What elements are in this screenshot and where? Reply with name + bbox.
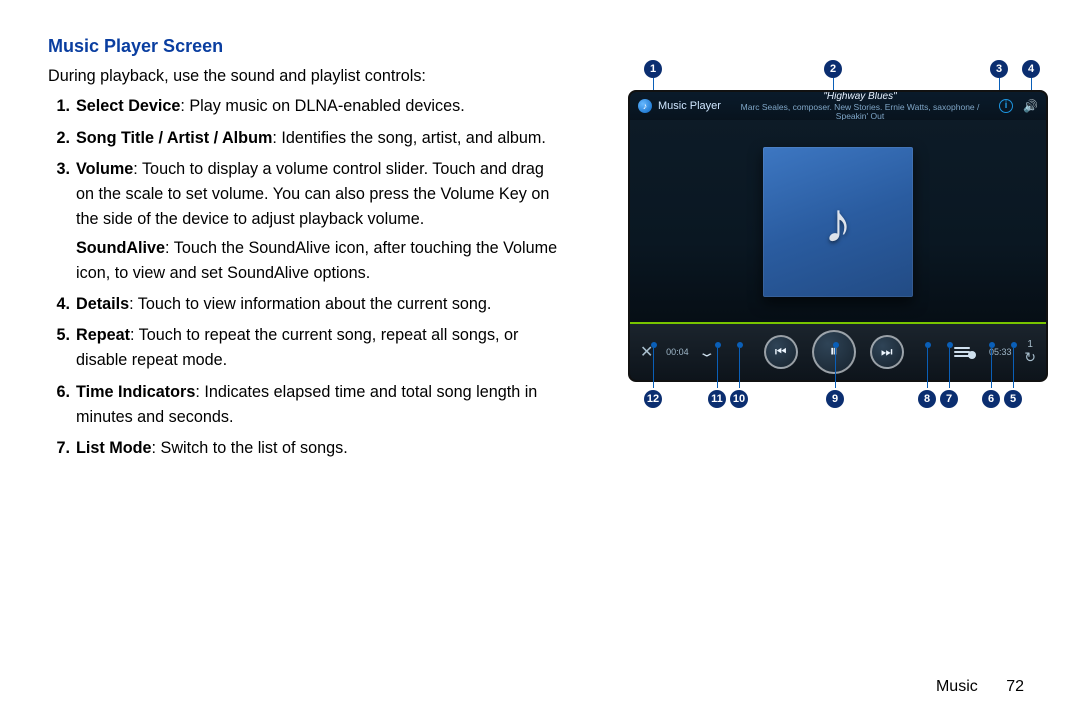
leader-line [717, 348, 718, 388]
callout-badge-11: 11 [708, 390, 726, 408]
figure-column: 1 2 3 4 ♪ Music Player [592, 36, 1036, 467]
footer-page-number: 72 [1006, 678, 1024, 695]
next-button[interactable]: ⏭ [870, 335, 904, 369]
title-bar: ♪ Music Player "Highway Blues" Marc Seal… [630, 92, 1046, 120]
item-term: Details [76, 295, 129, 313]
item-term: Song Title / Artist / Album [76, 129, 272, 147]
item-term: Repeat [76, 326, 130, 344]
item-text: : Play music on DLNA-enabled devices. [180, 97, 464, 115]
instructions-list: 1. Select Device: Play music on DLNA-ena… [48, 94, 564, 460]
list-item: 6. Time Indicators: Indicates elapsed ti… [76, 380, 564, 430]
callout-badge-2: 2 [824, 60, 842, 78]
album-art-area: ♪ [630, 120, 1046, 324]
pause-button[interactable]: ⏸ [812, 330, 856, 374]
list-item: 4. Details: Touch to view information ab… [76, 292, 564, 317]
callout-badge-12: 12 [644, 390, 662, 408]
artist-album: Marc Seales, composer. New Stories. Erni… [727, 103, 993, 122]
select-device-icon[interactable]: ♪ [638, 99, 652, 113]
list-item: 2. Song Title / Artist / Album: Identifi… [76, 126, 564, 151]
expand-icon[interactable]: ⌄ [698, 344, 717, 359]
intro-text: During playback, use the sound and playl… [48, 65, 564, 88]
callout-badge-9: 9 [826, 390, 844, 408]
item-text: : Touch to repeat the current song, repe… [76, 326, 518, 369]
footer-section: Music [936, 678, 978, 695]
callout-badge-4: 4 [1022, 60, 1040, 78]
leader-line [1013, 348, 1014, 388]
item-term: Time Indicators [76, 383, 195, 401]
repeat-icon[interactable]: 1 ↻ [1024, 340, 1036, 364]
leader-line [991, 348, 992, 388]
item-subterm: SoundAlive [76, 239, 165, 257]
item-text: : Touch to display a volume control slid… [76, 160, 549, 228]
list-item: 5. Repeat: Touch to repeat the current s… [76, 323, 564, 373]
previous-button[interactable]: ⏮ [764, 335, 798, 369]
album-art: ♪ [763, 147, 913, 297]
callout-badge-10: 10 [730, 390, 748, 408]
figure: 1 2 3 4 ♪ Music Player [594, 60, 1046, 414]
item-number: 7. [48, 436, 70, 461]
page-footer: Music 72 [936, 678, 1024, 696]
note-mini: ♪ [643, 101, 648, 111]
bottom-callouts: 12 11 10 9 8 7 6 5 [628, 388, 1048, 414]
volume-icon[interactable]: 🔊 [1023, 99, 1038, 113]
item-text: : Switch to the list of songs. [152, 439, 348, 457]
playback-controls: ✕ 00:04 ⌄ ⏮ ⏸ ⏭ 05:33 [630, 324, 1046, 380]
song-title: "Highway Blues" [823, 91, 896, 102]
top-callouts: 1 2 3 4 [628, 60, 1048, 86]
callout-badge-7: 7 [940, 390, 958, 408]
time-elapsed: 00:04 [663, 347, 691, 357]
leader-line [653, 348, 654, 388]
item-number: 1. [48, 94, 70, 119]
app-title: Music Player [658, 100, 721, 112]
callout-badge-3: 3 [990, 60, 1008, 78]
callout-badge-6: 6 [982, 390, 1000, 408]
details-icon[interactable]: i [999, 99, 1013, 113]
callout-badge-1: 1 [644, 60, 662, 78]
list-bar [954, 347, 970, 349]
section-heading: Music Player Screen [48, 36, 564, 57]
item-text: : Touch to view information about the cu… [129, 295, 491, 313]
leader-line [835, 348, 836, 388]
leader-line [949, 348, 950, 388]
callout-badge-5: 5 [1004, 390, 1022, 408]
item-term: Volume [76, 160, 133, 178]
item-text: : Identifies the song, artist, and album… [272, 129, 546, 147]
item-term: Select Device [76, 97, 180, 115]
list-bar [954, 355, 970, 357]
list-item: 1. Select Device: Play music on DLNA-ena… [76, 94, 564, 119]
list-item: 3. Volume: Touch to display a volume con… [76, 157, 564, 287]
item-number: 3. [48, 157, 70, 182]
repeat-arc-icon: ↻ [1024, 350, 1036, 364]
list-mode-icon[interactable] [954, 341, 976, 363]
item-number: 2. [48, 126, 70, 151]
item-term: List Mode [76, 439, 152, 457]
music-note-icon: ♪ [824, 190, 852, 255]
leader-line [927, 348, 928, 388]
leader-line [739, 348, 740, 388]
list-item: 7. List Mode: Switch to the list of song… [76, 436, 564, 461]
text-column: Music Player Screen During playback, use… [48, 36, 564, 467]
item-number: 6. [48, 380, 70, 405]
callout-badge-8: 8 [918, 390, 936, 408]
music-player-screenshot: ♪ Music Player "Highway Blues" Marc Seal… [628, 90, 1048, 382]
now-playing-info: "Highway Blues" Marc Seales, composer. N… [727, 91, 993, 122]
item-number: 4. [48, 292, 70, 317]
item-number: 5. [48, 323, 70, 348]
